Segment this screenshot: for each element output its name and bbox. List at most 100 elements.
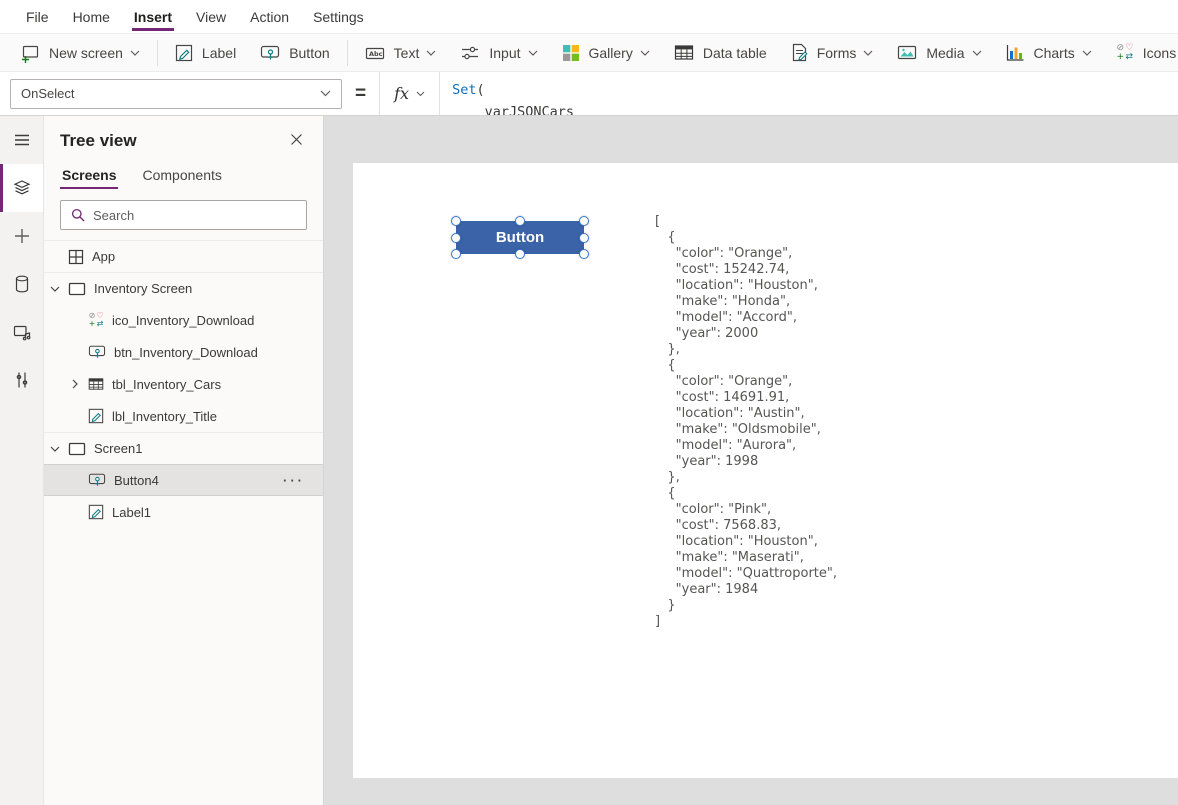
button-button[interactable]: Button: [248, 34, 341, 71]
row-options-button[interactable]: ···: [283, 473, 323, 488]
formula-bar: OnSelect = fx Set( varJSONCars: [0, 72, 1178, 116]
tree-row-inventory-screen[interactable]: Inventory Screen: [44, 272, 323, 304]
resize-handle-top-left[interactable]: [451, 216, 461, 226]
chevron-right-icon[interactable]: [72, 379, 88, 389]
tree-search[interactable]: [60, 200, 307, 230]
tree-row-screen1[interactable]: Screen1: [44, 432, 323, 464]
resize-handle-bottom-right[interactable]: [579, 249, 589, 259]
chevron-down-icon: [426, 50, 436, 56]
chevron-down-icon[interactable]: [50, 286, 68, 292]
gallery-icon: [562, 44, 580, 62]
rail-item-data[interactable]: [0, 260, 43, 308]
text-dropdown-label: Text: [393, 44, 420, 61]
label-icon: [175, 44, 193, 62]
formula-editor[interactable]: Set( varJSONCars: [440, 72, 1178, 115]
tree-row-lbl-inventory-title[interactable]: lbl_Inventory_Title: [44, 400, 323, 432]
menu-home[interactable]: Home: [61, 0, 122, 33]
menu-view[interactable]: View: [184, 0, 238, 33]
close-icon: [290, 133, 303, 146]
svg-text:Abc: Abc: [369, 50, 383, 58]
rail-item-tree-view[interactable]: [0, 164, 43, 212]
formula-function: Set: [452, 82, 477, 98]
button-icon: [260, 44, 280, 62]
data-table-button[interactable]: Data table: [662, 34, 779, 71]
charts-icon: [1006, 44, 1025, 61]
button-control-icon: [88, 472, 106, 488]
resize-handle-top-right[interactable]: [579, 216, 589, 226]
fx-dropdown[interactable]: fx: [379, 72, 441, 115]
tree-row-app[interactable]: App: [44, 240, 323, 272]
forms-dropdown-label: Forms: [816, 44, 857, 61]
hamburger-menu-button[interactable]: [0, 116, 43, 164]
property-selector[interactable]: OnSelect: [10, 78, 342, 109]
input-icon: [460, 44, 480, 62]
search-input[interactable]: [93, 207, 296, 223]
media-icon: [897, 44, 917, 61]
property-selector-value: OnSelect: [21, 86, 75, 101]
text-dropdown[interactable]: Abc Text: [353, 34, 449, 71]
search-icon: [71, 208, 85, 222]
chevron-down-icon: [320, 90, 331, 97]
rail-item-insert[interactable]: [0, 212, 43, 260]
label-control-icon: [88, 408, 104, 424]
resize-handle-top-center[interactable]: [515, 216, 525, 226]
chevron-down-icon: [130, 50, 140, 56]
forms-dropdown[interactable]: Forms: [779, 34, 886, 71]
chevron-down-icon: [528, 50, 538, 56]
left-rail: [0, 116, 44, 805]
tab-screens[interactable]: Screens: [60, 161, 119, 189]
screen-icon: [68, 442, 86, 456]
main-area: Tree view Screens Components App: [0, 116, 1178, 805]
menubar: File Home Insert View Action Settings: [0, 0, 1178, 34]
data-icon: [13, 274, 31, 294]
menu-settings[interactable]: Settings: [301, 0, 376, 33]
rail-item-advanced-tools[interactable]: [0, 356, 43, 404]
tree-row-button4[interactable]: Button4 ···: [44, 464, 323, 496]
gallery-dropdown[interactable]: Gallery: [550, 34, 662, 71]
input-dropdown[interactable]: Input: [448, 34, 549, 71]
toolbar-divider: [346, 39, 348, 66]
media-dropdown[interactable]: Media: [885, 34, 993, 71]
tree-row-btn-inventory-download[interactable]: btn_Inventory_Download: [44, 336, 323, 368]
chevron-down-icon[interactable]: [50, 446, 68, 452]
button-button-label: Button: [289, 44, 330, 61]
tree-row-label: lbl_Inventory_Title: [112, 408, 218, 424]
button-control-icon: [88, 344, 106, 360]
tree-row-tbl-inventory-cars[interactable]: tbl_Inventory_Cars: [44, 368, 323, 400]
resize-handle-bottom-center[interactable]: [515, 249, 525, 259]
menu-icon: [12, 130, 32, 150]
app-canvas[interactable]: Button [ { "color": "Orange", "cost": 15…: [353, 163, 1178, 778]
new-screen-icon: [20, 43, 40, 63]
resize-handle-middle-right[interactable]: [579, 232, 589, 243]
resize-handle-middle-left[interactable]: [451, 232, 461, 243]
label-button-label: Label: [201, 44, 237, 61]
forms-icon: [791, 43, 808, 62]
new-screen-button[interactable]: New screen: [8, 34, 152, 71]
tree-view-panel: Tree view Screens Components App: [44, 116, 324, 805]
menu-file[interactable]: File: [14, 0, 61, 33]
tree-view-icon: [12, 178, 32, 198]
menu-insert[interactable]: Insert: [122, 0, 184, 33]
advanced-tools-icon: [12, 370, 32, 390]
label-button[interactable]: Label: [163, 34, 248, 71]
chevron-down-icon: [972, 50, 982, 56]
media-rail-icon: [12, 322, 32, 342]
plus-glyph: +: [88, 319, 96, 328]
formula-paren: (: [476, 82, 485, 98]
fx-label: fx: [394, 84, 410, 103]
canvas-json-label[interactable]: [ { "color": "Orange", "cost": 15242.74,…: [655, 214, 837, 630]
input-dropdown-label: Input: [489, 44, 521, 61]
chevron-down-icon: [640, 50, 650, 56]
tab-components[interactable]: Components: [140, 161, 223, 189]
rail-item-media[interactable]: [0, 308, 43, 356]
close-panel-button[interactable]: [286, 129, 307, 153]
text-icon: Abc: [365, 44, 385, 62]
tree-row-label1[interactable]: Label1: [44, 496, 323, 528]
chevron-down-icon: [416, 91, 425, 97]
chevron-down-icon: [863, 50, 873, 56]
tree-row-ico-inventory-download[interactable]: ⊘ ♡ + ⇄ ico_Inventory_Download: [44, 304, 323, 336]
menu-action[interactable]: Action: [238, 0, 301, 33]
charts-dropdown[interactable]: Charts: [994, 34, 1104, 71]
resize-handle-bottom-left[interactable]: [451, 249, 461, 259]
icons-dropdown[interactable]: ⊘ ♡ + ⇄ Icons: [1104, 34, 1178, 71]
